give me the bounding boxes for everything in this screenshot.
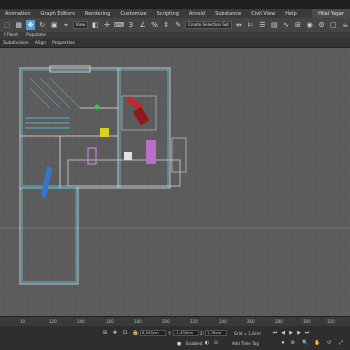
isolate-icon[interactable]: ✚	[112, 330, 118, 336]
ribbon-properties[interactable]: Properties	[49, 41, 78, 46]
menu-substance[interactable]: Substance	[210, 11, 246, 17]
spinner-snap-icon[interactable]: ⇕	[161, 20, 171, 30]
menu-scripting[interactable]: Scripting	[152, 11, 184, 17]
z-label: Z:	[200, 331, 205, 336]
key-mode-icon[interactable]: ⏺	[280, 340, 286, 346]
top-viewport[interactable]	[0, 48, 350, 316]
main-toolbar: ⬚ ▦ ✥ ↻ ▣ ⌖ View ◧ ✛ ⌨ 3 ∠ % ⇕ ✎ Create …	[0, 18, 350, 32]
select-filter-icon[interactable]: ▦	[14, 20, 24, 30]
menu-customize[interactable]: Customize	[115, 11, 151, 17]
timeline-tick: 160	[106, 319, 114, 324]
timeline-ruler[interactable]: 10 120 140 160 180 200 220 240 260 280 3…	[0, 316, 350, 326]
move-icon[interactable]: ✥	[25, 20, 36, 30]
lock-selection-icon[interactable]: ⊞	[102, 330, 108, 336]
mirror-icon[interactable]: ⇹	[234, 20, 244, 30]
status-bar: ⊞ ✚ ⊡ 🔒 X: 8,545cm Y: -1,434cm Z: 1,78cm…	[0, 326, 350, 350]
furniture-white-block[interactable]	[124, 152, 132, 160]
user-account[interactable]: Hilal Yaşar	[312, 9, 350, 18]
viewport-grid	[0, 48, 350, 316]
x-label: X:	[135, 331, 140, 336]
angle-snap-icon[interactable]: ∠	[138, 20, 148, 30]
play-icon[interactable]: ▶	[288, 330, 294, 336]
coord-z-field[interactable]: 1,78cm	[205, 330, 227, 336]
menu-bar: Animation Graph Editors Rendering Custom…	[0, 9, 350, 18]
go-to-start-icon[interactable]: ⏮	[272, 330, 278, 336]
ribbon-subdivision[interactable]: Subdivision	[0, 41, 32, 46]
furniture-yellow-table[interactable]	[100, 128, 109, 137]
furniture-pink-cabinet[interactable]	[146, 140, 156, 164]
render-frame-icon[interactable]: ▢	[328, 20, 338, 30]
timeline-tick: 240	[219, 319, 227, 324]
time-tag-icon[interactable]: ◐	[204, 340, 210, 346]
schematic-view-icon[interactable]: ⊞	[293, 20, 303, 30]
previous-frame-icon[interactable]: ◀	[280, 330, 286, 336]
scale-icon[interactable]: ▣	[49, 20, 59, 30]
selection-set-dropdown[interactable]: Create Selection Set	[185, 21, 232, 29]
y-label: Y:	[168, 331, 172, 336]
ribbon-tab-populate[interactable]: Populate	[22, 33, 50, 38]
add-time-tag-button[interactable]: Add Time Tag	[232, 341, 259, 346]
toggle-ribbon-icon[interactable]: ▤	[269, 20, 279, 30]
material-editor-icon[interactable]: ◉	[305, 20, 315, 30]
timeline-tick: 180	[134, 319, 142, 324]
timeline-tick: 10	[20, 319, 26, 324]
edit-named-selection-icon[interactable]: ✎	[173, 20, 183, 30]
menu-animation[interactable]: Animation	[0, 11, 36, 17]
curve-editor-icon[interactable]: ∿	[281, 20, 291, 30]
floor-plan-drawing	[0, 48, 350, 316]
maximize-viewport-icon[interactable]: ⤢	[338, 340, 344, 346]
coord-x-field[interactable]: 8,545cm	[140, 330, 166, 336]
enabled-indicator-icon[interactable]: ●	[176, 341, 182, 347]
enabled-label: Enabled:	[186, 341, 204, 346]
layer-explorer-icon[interactable]: ☰	[258, 20, 268, 30]
keyboard-shortcut-icon[interactable]: ⌨	[114, 20, 124, 30]
timeline-tick: 120	[49, 319, 57, 324]
next-frame-icon[interactable]: ▶	[296, 330, 302, 336]
render-icon[interactable]: ☕	[340, 20, 350, 30]
time-tag-lock-icon[interactable]: ⊙	[213, 340, 219, 346]
select-manipulate-icon[interactable]: ✛	[102, 20, 112, 30]
plant-object[interactable]	[94, 104, 100, 110]
snap-3d-icon[interactable]: 3	[126, 20, 136, 30]
pivot-icon[interactable]: ◧	[90, 20, 100, 30]
menu-help[interactable]: Help	[280, 11, 301, 17]
align-icon[interactable]: ⊨	[246, 20, 256, 30]
go-to-end-icon[interactable]: ⏭	[304, 330, 310, 336]
timeline-tick: 260	[247, 319, 255, 324]
orbit-viewport-icon[interactable]: ↺	[326, 340, 332, 346]
select-place-icon[interactable]: ⌖	[61, 20, 71, 30]
ribbon-tab-row: f Paint Populate	[0, 32, 350, 39]
menu-civil-view[interactable]: Civil View	[246, 11, 280, 17]
render-setup-icon[interactable]: ⚙	[317, 20, 327, 30]
ribbon-align[interactable]: Align	[32, 41, 49, 46]
reference-coordinate-dropdown[interactable]: View	[72, 21, 89, 29]
pan-viewport-icon[interactable]: ✋	[314, 340, 320, 346]
timeline-tick: 320	[327, 319, 335, 324]
title-bar	[0, 0, 350, 9]
absolute-mode-icon[interactable]: ⊡	[122, 330, 128, 336]
zoom-viewport-icon[interactable]: 🔍	[302, 340, 308, 346]
timeline-tick: 200	[162, 319, 170, 324]
time-config-icon[interactable]: ⚙	[290, 340, 296, 346]
rotate-icon[interactable]: ↻	[37, 20, 47, 30]
coord-y-field[interactable]: -1,434cm	[173, 330, 199, 336]
ribbon-panel-row: Subdivision Align Properties	[0, 39, 350, 48]
timeline-tick: 300	[303, 319, 311, 324]
menu-graph-editors[interactable]: Graph Editors	[36, 11, 80, 17]
select-region-icon[interactable]: ⬚	[2, 20, 12, 30]
percent-snap-icon[interactable]: %	[150, 20, 160, 30]
timeline-tick: 280	[275, 319, 283, 324]
menu-rendering[interactable]: Rendering	[80, 11, 116, 17]
timeline-tick: 220	[190, 319, 198, 324]
grid-size-readout: Grid = 1,6cm	[234, 331, 261, 336]
ribbon-tab-paint[interactable]: f Paint	[0, 33, 22, 38]
menu-arnold[interactable]: Arnold	[184, 11, 210, 17]
timeline-tick: 140	[77, 319, 85, 324]
